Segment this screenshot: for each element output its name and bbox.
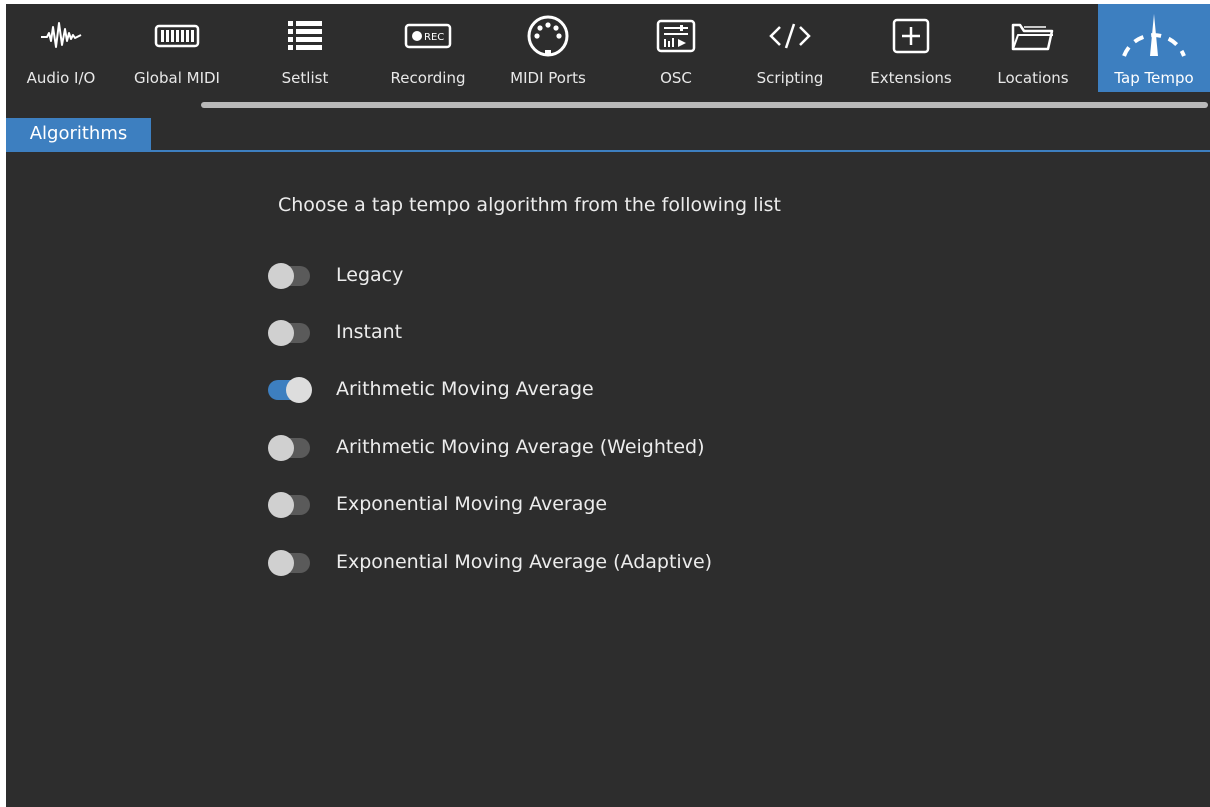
toolbar-item-extensions[interactable]: Extensions <box>856 4 966 92</box>
code-icon <box>740 14 840 58</box>
list-icon <box>252 14 358 58</box>
algorithm-label: Legacy <box>336 264 404 286</box>
toolbar-item-recording[interactable]: REC Recording <box>370 4 486 92</box>
toolbar-label: MIDI Ports <box>510 69 586 87</box>
toolbar-item-locations[interactable]: Locations <box>982 4 1084 92</box>
folder-icon <box>982 14 1084 58</box>
toolbar-scrollbar[interactable] <box>201 102 1208 108</box>
toggle-switch[interactable] <box>268 320 312 346</box>
toolbar-item-global-midi[interactable]: Global MIDI <box>116 4 238 92</box>
algorithm-label: Arithmetic Moving Average <box>336 378 594 400</box>
algorithm-option-exponential-moving-average-adaptive[interactable]: Exponential Moving Average (Adaptive) <box>268 547 828 577</box>
rec-icon-text: REC <box>424 32 444 43</box>
toolbar-label: Setlist <box>281 69 329 87</box>
tab-bar: Algorithms <box>6 118 1210 152</box>
tab-algorithms[interactable]: Algorithms <box>6 118 151 150</box>
algorithm-option-arithmetic-moving-average-weighted[interactable]: Arithmetic Moving Average (Weighted) <box>268 432 828 462</box>
toggle-switch[interactable] <box>268 492 312 518</box>
plus-box-icon <box>856 14 966 58</box>
toolbar-label: Recording <box>390 69 466 87</box>
algorithm-label: Arithmetic Moving Average (Weighted) <box>336 436 705 458</box>
toggle-switch[interactable] <box>268 377 312 403</box>
toolbar-item-midi-ports[interactable]: MIDI Ports <box>490 4 606 92</box>
toolbar-label: Extensions <box>870 69 952 87</box>
algorithm-label: Exponential Moving Average <box>336 493 608 515</box>
algorithm-option-legacy[interactable]: Legacy <box>268 260 828 290</box>
toggle-switch[interactable] <box>268 435 312 461</box>
toolbar-label: Audio I/O <box>26 69 96 87</box>
keyboard-icon <box>116 14 238 58</box>
toolbar-label: Tap Tempo <box>1114 69 1194 87</box>
toolbar-item-osc[interactable]: OSC <box>628 4 724 92</box>
midi-connector-icon <box>490 14 606 58</box>
toolbar-label: Scripting <box>756 69 824 87</box>
algorithm-label: Instant <box>336 321 403 343</box>
toolbar-label: OSC <box>660 69 692 87</box>
toolbar-label: Global MIDI <box>134 69 220 87</box>
toolbar-label: Locations <box>997 69 1069 87</box>
algorithm-option-exponential-moving-average[interactable]: Exponential Moving Average <box>268 489 828 519</box>
osc-icon <box>628 14 724 58</box>
rec-icon: REC <box>370 14 486 58</box>
algorithm-label: Exponential Moving Average (Adaptive) <box>336 551 713 573</box>
toggle-switch[interactable] <box>268 263 312 289</box>
gauge-icon <box>1098 14 1210 58</box>
preferences-window: Audio I/O Global MIDI Setlist REC Record… <box>6 4 1210 807</box>
instruction-text: Choose a tap tempo algorithm from the fo… <box>278 194 782 216</box>
toolbar-item-scripting[interactable]: Scripting <box>740 4 840 92</box>
waveform-icon <box>6 14 116 58</box>
algorithm-option-instant[interactable]: Instant <box>268 317 828 347</box>
toggle-switch[interactable] <box>268 550 312 576</box>
toolbar-item-setlist[interactable]: Setlist <box>252 4 358 92</box>
preferences-toolbar: Audio I/O Global MIDI Setlist REC Record… <box>6 4 1210 112</box>
toolbar-item-tap-tempo[interactable]: Tap Tempo <box>1098 4 1210 92</box>
algorithm-option-arithmetic-moving-average[interactable]: Arithmetic Moving Average <box>268 374 828 404</box>
toolbar-item-audio-io[interactable]: Audio I/O <box>6 4 116 92</box>
